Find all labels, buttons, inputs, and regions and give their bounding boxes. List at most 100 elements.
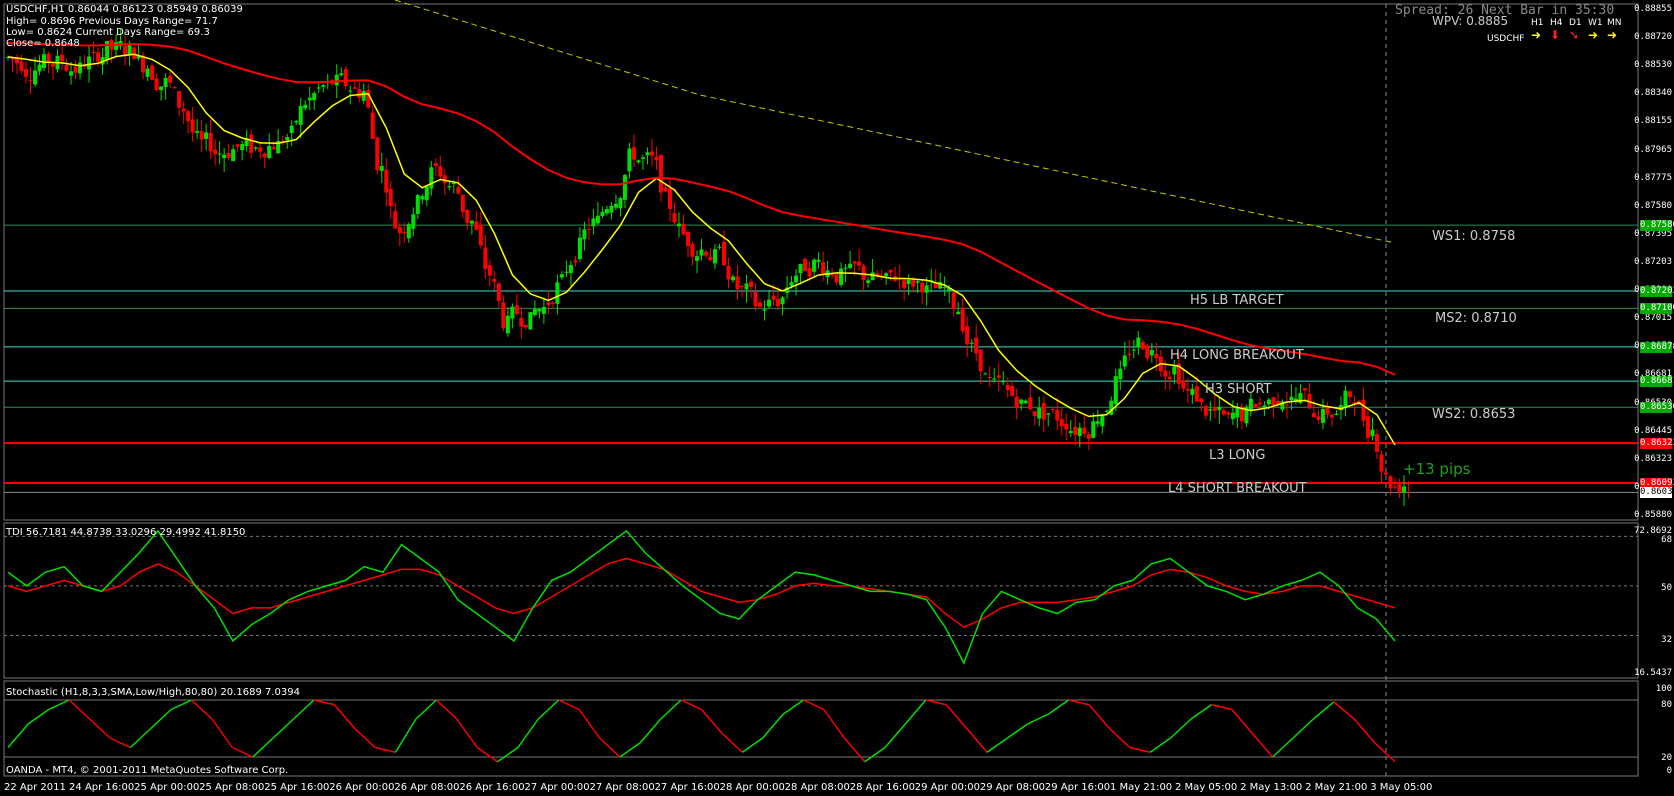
- timeframe-trend-panel: H1 H4 D1 W1 MN USDCHF ➜ ⬇ ➘ ➜ ➜: [1487, 18, 1627, 50]
- candle-body: [177, 91, 182, 108]
- candle-body: [591, 218, 596, 227]
- candle-body: [1374, 434, 1379, 452]
- level-tag-cur: 0.86039: [1640, 487, 1674, 499]
- candle-body: [60, 54, 65, 62]
- candle-body: [1001, 381, 1006, 383]
- candle-body: [1248, 398, 1253, 411]
- stoch-segment: [680, 699, 702, 711]
- candle-body: [564, 271, 569, 273]
- candle-body: [343, 69, 348, 87]
- candle-body: [321, 85, 326, 87]
- candle-body: [181, 108, 186, 112]
- candle-body: [1217, 406, 1222, 411]
- candle-body: [550, 302, 555, 304]
- candle-body: [424, 186, 429, 201]
- date-axis-label: 28 Apr 08:00: [784, 782, 850, 793]
- candle-body: [956, 311, 961, 315]
- stoch-segment: [293, 699, 315, 720]
- candle-body: [1311, 413, 1316, 418]
- info-line-low: Low= 0.8624 Current Days Range= 69.3: [6, 27, 210, 38]
- candle-body: [1370, 429, 1375, 437]
- stoch-axis-label: 20: [1661, 753, 1672, 763]
- candle-body: [451, 182, 456, 184]
- stoch-segment: [89, 718, 111, 739]
- candle-body: [694, 256, 699, 261]
- price-axis-label: 0.87203: [1634, 257, 1672, 267]
- candle-body: [447, 186, 452, 188]
- mt4-chart-window[interactable]: USDCHF,H1 0.86044 0.86123 0.85949 0.8603…: [0, 0, 1674, 796]
- candle-body: [586, 228, 591, 230]
- copyright-footer: OANDA - MT4, © 2001-2011 MetaQuotes Soft…: [6, 765, 289, 776]
- candle-body: [987, 377, 992, 379]
- candle-body: [262, 153, 267, 158]
- stoch-segment: [170, 699, 192, 711]
- candle-body: [834, 274, 839, 283]
- candle-body: [821, 262, 826, 275]
- candle-body: [640, 157, 645, 159]
- date-axis-label: 29 Apr 16:00: [1044, 782, 1111, 793]
- candle-body: [1190, 388, 1195, 395]
- candle-body: [231, 149, 236, 162]
- candle-body: [1154, 353, 1159, 359]
- candle-body: [1014, 396, 1019, 408]
- date-axis-label: 27 Apr 16:00: [654, 782, 720, 793]
- level-tag-WS2: 0.86530: [1640, 402, 1674, 414]
- candle-body: [357, 89, 362, 99]
- stoch-segment: [639, 718, 662, 744]
- candle-body: [1289, 396, 1294, 401]
- candle-body: [672, 213, 677, 223]
- ws1-label: WS1: 0.8758: [1432, 229, 1516, 244]
- stoch-segment: [272, 718, 295, 739]
- candle-body: [1266, 399, 1271, 405]
- candle-body: [803, 259, 808, 272]
- date-axis-label: 27 Apr 08:00: [589, 782, 655, 793]
- candle-body: [249, 134, 254, 153]
- stoch-segment: [1333, 701, 1355, 720]
- stoch-segment: [537, 699, 560, 720]
- candle-body: [429, 167, 434, 189]
- candle-body: [375, 137, 380, 171]
- candle-body: [402, 232, 407, 234]
- date-axis-label: 22 Apr 2011: [4, 782, 66, 793]
- candle-body: [1104, 410, 1109, 412]
- level-tag-WS1: 0.87580: [1640, 220, 1674, 232]
- candle-body: [1203, 406, 1208, 416]
- candle-body: [1037, 407, 1042, 419]
- candle-body: [1406, 483, 1411, 485]
- candle-body: [839, 268, 844, 285]
- candle-body: [857, 261, 862, 266]
- candle-body: [1320, 408, 1325, 424]
- candle-body: [1397, 483, 1402, 492]
- candle-body: [24, 69, 29, 77]
- date-axis-label: 28 Apr 16:00: [849, 782, 915, 793]
- l3-label: L3 LONG: [1209, 448, 1266, 463]
- candle-body: [983, 373, 988, 375]
- candle-body: [132, 47, 137, 60]
- chart-canvas[interactable]: [0, 0, 1674, 796]
- level-tag-MS2: 0.87100: [1640, 303, 1674, 315]
- candle-body: [33, 70, 38, 85]
- candle-body: [1365, 416, 1370, 438]
- stoch-header: Stochastic (H1,8,3,3,SMA,Low/High,80,80)…: [6, 687, 300, 698]
- candle-body: [848, 263, 853, 268]
- candle-body: [474, 221, 479, 230]
- candle-body: [595, 215, 600, 224]
- trend-arrow-icon: ➘: [1569, 28, 1580, 42]
- stoch-segment: [1007, 723, 1029, 739]
- candle-body: [478, 224, 483, 246]
- date-axis-label: 29 Apr 08:00: [979, 782, 1046, 793]
- candle-body: [514, 305, 519, 315]
- candle-body: [1343, 390, 1348, 407]
- stoch-segment: [1312, 701, 1335, 720]
- candle-body: [861, 265, 866, 281]
- candle-body: [1172, 366, 1177, 375]
- candle-body: [352, 87, 357, 89]
- stoch-segment: [48, 699, 70, 711]
- candle-body: [105, 40, 110, 60]
- candle-body: [884, 273, 889, 277]
- stoch-segment: [966, 728, 988, 753]
- candle-body: [649, 151, 654, 156]
- candle-body: [1325, 406, 1330, 415]
- date-axis-label: 28 Apr 00:00: [719, 782, 785, 793]
- stoch-segment: [1088, 704, 1111, 729]
